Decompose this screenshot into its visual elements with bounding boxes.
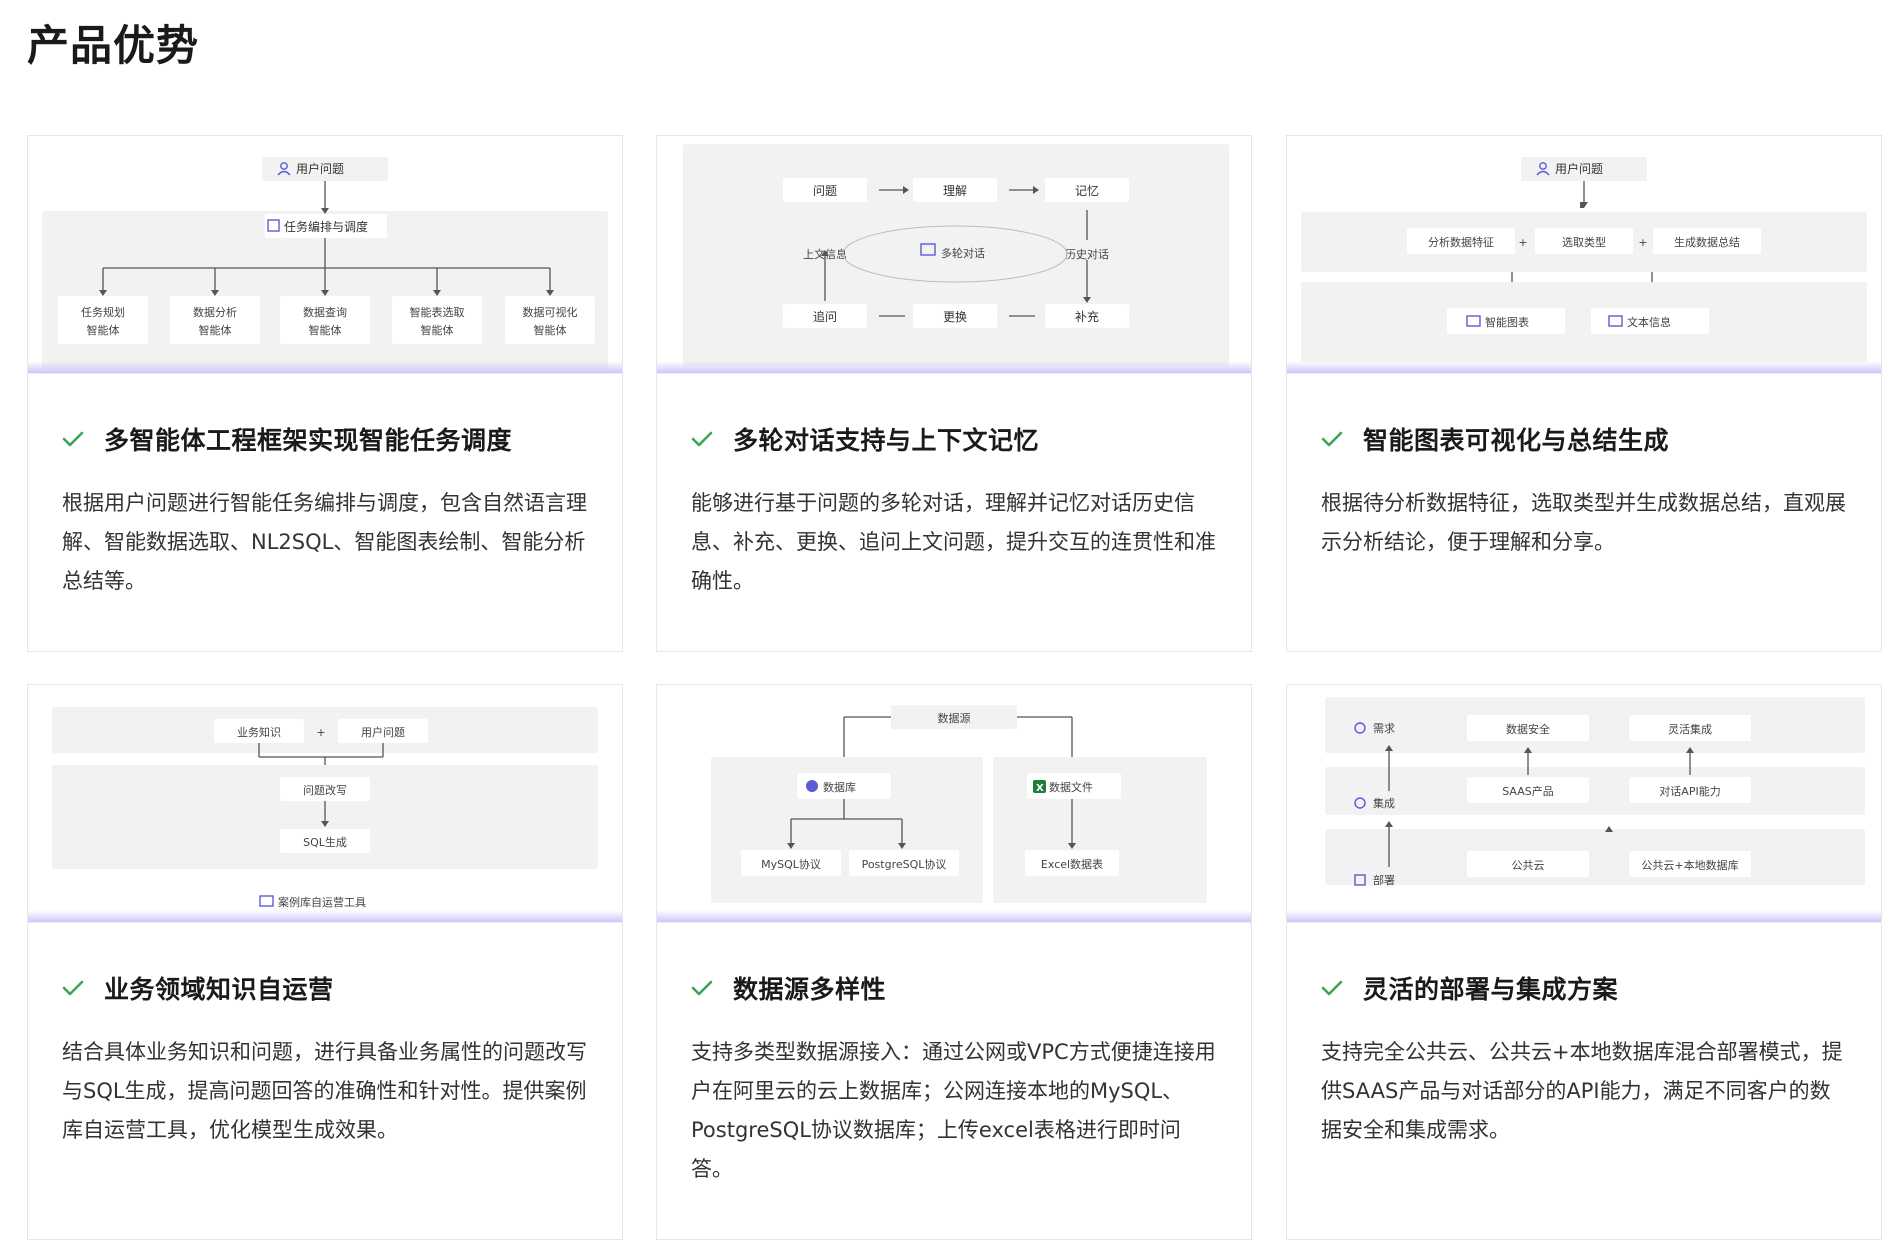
diagram-data-sources: 数据源 数据库 X 数据文件 MySQL协议 PostgreSQL协议 Exce… — [657, 685, 1251, 923]
diagram-label: 公共云+本地数据库 — [1641, 858, 1738, 872]
diagram-label: SAAS产品 — [1502, 784, 1554, 798]
feature-card-domain-knowledge: 业务知识 + 用户问题 问题改写 SQL生成 案例库自运营工具 业务领域知识自运… — [27, 684, 623, 1240]
diagram-label: 集成 — [1373, 796, 1395, 810]
card-description: 支持多类型数据源接入：通过公网或VPC方式便捷连接用户在阿里云的云上数据库；公网… — [691, 1040, 1216, 1181]
diagram-label: Excel数据表 — [1041, 857, 1103, 871]
diagram-label: 历史对话 — [1065, 247, 1109, 261]
card-title-row: 多智能体工程框架实现智能任务调度 — [60, 421, 512, 457]
feature-card-deployment: 需求 集成 部署 数据安全 灵活集成 SAAS产品 对话API能力 公共云 公共… — [1286, 684, 1882, 1240]
svg-text:+: + — [316, 726, 325, 739]
diagram-label: 数据安全 — [1506, 722, 1550, 736]
agent-label: 任务规划 — [81, 305, 125, 319]
card-title-row: 灵活的部署与集成方案 — [1319, 970, 1618, 1006]
agent-label: 智能体 — [87, 323, 120, 337]
card-description: 根据用户问题进行智能任务编排与调度，包含自然语言理解、智能数据选取、NL2SQL… — [62, 491, 587, 593]
check-icon — [691, 431, 713, 447]
card-title: 多轮对话支持与上下文记忆 — [733, 426, 1040, 455]
card-title-row: 数据源多样性 — [689, 970, 886, 1006]
card-description: 根据待分析数据特征，选取类型并生成数据总结，直观展示分析结论，便于理解和分享。 — [1321, 491, 1846, 554]
diagram-label: 任务编排与调度 — [284, 219, 368, 234]
diagram-label: 上文信息 — [803, 247, 847, 261]
diagram-label: 业务知识 — [237, 725, 281, 739]
diagram-label: PostgreSQL协议 — [862, 857, 947, 871]
database-icon — [806, 780, 818, 792]
diagram-label: 数据库 — [823, 780, 856, 794]
diagram-label: 多轮对话 — [941, 246, 985, 260]
diagram-label: 用户问题 — [1555, 161, 1603, 176]
card-title: 数据源多样性 — [733, 975, 887, 1004]
diagram-label: 补充 — [1075, 309, 1099, 324]
page-title: 产品优势 — [27, 21, 200, 70]
diagram-label: 追问 — [813, 309, 837, 324]
diagram-label: 数据文件 — [1049, 780, 1093, 794]
svg-text:X: X — [1036, 783, 1044, 794]
card-title: 智能图表可视化与总结生成 — [1363, 426, 1670, 455]
diagram-label: 文本信息 — [1627, 315, 1671, 329]
check-icon — [691, 980, 713, 996]
diagram-label: MySQL协议 — [761, 857, 821, 871]
diagram-label: 数据源 — [938, 711, 971, 725]
svg-text:+: + — [1638, 236, 1647, 249]
feature-card-data-sources: 数据源 数据库 X 数据文件 MySQL协议 PostgreSQL协议 Exce… — [656, 684, 1252, 1240]
card-description: 结合具体业务知识和问题，进行具备业务属性的问题改写与SQL生成，提高问题回答的准… — [62, 1040, 587, 1142]
diagram-label: 需求 — [1373, 722, 1395, 735]
diagram-label: 用户问题 — [296, 161, 344, 176]
feature-card-multi-turn: 问题 理解 记忆 上文信息 历史对话 多轮对话 追问 更换 补充 多轮对话支持与… — [656, 135, 1252, 652]
diagram-label: 对话API能力 — [1659, 784, 1720, 798]
card-title: 多智能体工程框架实现智能任务调度 — [104, 426, 513, 455]
diagram-label: SQL生成 — [303, 835, 347, 849]
check-icon — [62, 980, 84, 996]
diagram-chart-summary: 用户问题 分析数据特征 选取类型 生成数据总结 + + 智能图表 文本信息 — [1287, 136, 1881, 374]
diagram-label: 智能图表 — [1485, 315, 1529, 329]
tool-icon — [259, 895, 274, 907]
check-icon — [1321, 980, 1343, 996]
agent-label: 数据查询 — [303, 305, 347, 319]
diagram-domain-knowledge: 业务知识 + 用户问题 问题改写 SQL生成 案例库自运营工具 — [28, 685, 622, 923]
card-description: 支持完全公共云、公共云+本地数据库混合部署模式，提供SAAS产品与对话部分的AP… — [1321, 1040, 1843, 1142]
agent-label: 智能体 — [199, 323, 232, 337]
diagram-label: 公共云 — [1512, 859, 1545, 872]
svg-text:+: + — [1518, 236, 1527, 249]
card-title: 灵活的部署与集成方案 — [1363, 975, 1619, 1004]
diagram-label: 记忆 — [1075, 184, 1099, 198]
diagram-label: 部署 — [1373, 873, 1395, 887]
diagram-label: 用户问题 — [361, 725, 405, 739]
feature-card-chart-summary: 用户问题 分析数据特征 选取类型 生成数据总结 + + 智能图表 文本信息 智能… — [1286, 135, 1882, 652]
diagram-label: 问题改写 — [303, 783, 347, 797]
agent-label: 智能体 — [534, 323, 567, 337]
diagram-label: 更换 — [943, 310, 967, 324]
agent-label: 数据可视化 — [523, 305, 578, 319]
card-title-row: 智能图表可视化与总结生成 — [1319, 421, 1669, 457]
card-title-row: 业务领域知识自运营 — [60, 970, 334, 1006]
diagram-label: 选取类型 — [1562, 235, 1606, 249]
card-description: 能够进行基于问题的多轮对话，理解并记忆对话历史信息、补充、更换、追问上文问题，提… — [691, 491, 1216, 593]
agent-label: 智能表选取 — [410, 305, 465, 319]
check-icon — [1321, 431, 1343, 447]
card-title-row: 多轮对话支持与上下文记忆 — [689, 421, 1039, 457]
agent-label: 智能体 — [421, 323, 454, 337]
diagram-label: 案例库自运营工具 — [278, 895, 366, 909]
diagram-label: 问题 — [813, 184, 837, 198]
card-title: 业务领域知识自运营 — [104, 975, 334, 1004]
agent-label: 智能体 — [309, 323, 342, 337]
diagram-label: 理解 — [943, 184, 967, 198]
diagram-multi-turn: 问题 理解 记忆 上文信息 历史对话 多轮对话 追问 更换 补充 — [657, 136, 1251, 374]
diagram-label: 灵活集成 — [1668, 722, 1712, 736]
diagram-label: 分析数据特征 — [1428, 235, 1494, 249]
diagram-label: 生成数据总结 — [1674, 235, 1740, 249]
check-icon — [62, 431, 84, 447]
diagram-deployment: 需求 集成 部署 数据安全 灵活集成 SAAS产品 对话API能力 公共云 公共… — [1287, 685, 1881, 923]
agent-label: 数据分析 — [193, 305, 237, 319]
feature-card-task-scheduling: 用户问题 任务编排与调度 任务规划 智能体 数据分析 智能体 数据查询 智能体 … — [27, 135, 623, 652]
diagram-task-scheduling: 用户问题 任务编排与调度 任务规划 智能体 数据分析 智能体 数据查询 智能体 … — [28, 136, 622, 374]
